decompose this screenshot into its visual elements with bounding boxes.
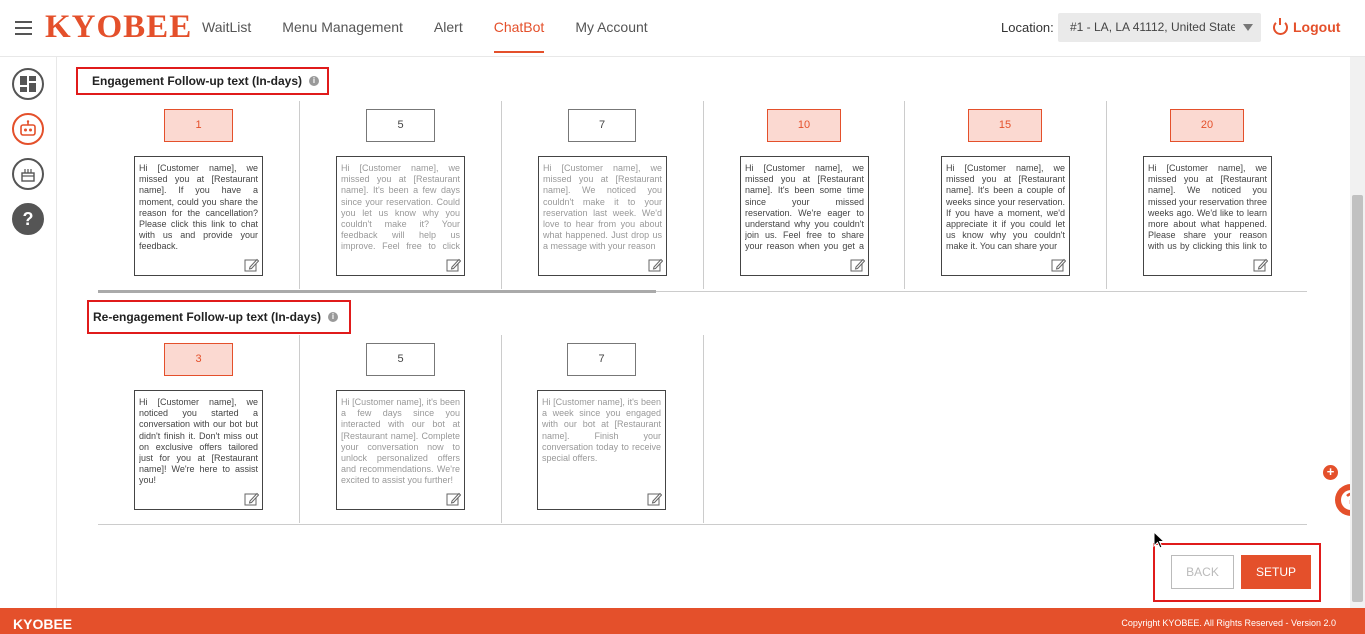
nav-chatbot[interactable]: ChatBot <box>493 19 544 53</box>
engagement-day-7[interactable]: 7 <box>568 109 636 142</box>
section-divider <box>656 291 1307 292</box>
logout-button[interactable]: Logout <box>1273 17 1341 35</box>
column-divider <box>501 335 502 523</box>
back-button[interactable]: BACK <box>1171 555 1234 589</box>
engagement-message-card[interactable]: Hi [Customer name], we missed you at [Re… <box>134 156 263 276</box>
footer: KYOBEE Copyright KYOBEE. All Rights Rese… <box>0 608 1365 634</box>
engagement-day-1[interactable]: 1 <box>164 109 233 142</box>
reengagement-section-label: Re-engagement Follow-up text (In-days) i <box>87 300 351 334</box>
plus-icon[interactable]: + <box>1323 465 1338 480</box>
cake-icon[interactable] <box>12 158 44 190</box>
engagement-day-15[interactable]: 15 <box>968 109 1042 142</box>
edit-icon[interactable] <box>1051 258 1066 272</box>
message-text: Hi [Customer name], we missed you at [Re… <box>946 163 1065 252</box>
engagement-day-10[interactable]: 10 <box>767 109 841 142</box>
edit-icon[interactable] <box>1253 258 1268 272</box>
footer-copyright: Copyright KYOBEE. All Rights Reserved - … <box>1121 618 1336 628</box>
main-nav: WaitList Menu Management Alert ChatBot M… <box>202 19 679 53</box>
logo[interactable]: KYOBEE <box>45 9 192 46</box>
edit-icon[interactable] <box>446 258 461 272</box>
engagement-message-card[interactable]: Hi [Customer name], we missed you at [Re… <box>538 156 667 276</box>
column-divider <box>904 101 905 289</box>
edit-icon[interactable] <box>244 492 259 506</box>
engagement-message-card[interactable]: Hi [Customer name], we missed you at [Re… <box>1143 156 1272 276</box>
message-text: Hi [Customer name], we missed you at [Re… <box>543 163 662 252</box>
reengagement-label-text: Re-engagement Follow-up text (In-days) <box>93 310 322 324</box>
engagement-label-text: Engagement Follow-up text (In-days) <box>92 74 303 88</box>
setup-button[interactable]: SETUP <box>1241 555 1311 589</box>
nav-my-account[interactable]: My Account <box>575 19 647 45</box>
engagement-message-card[interactable]: Hi [Customer name], we missed you at [Re… <box>941 156 1070 276</box>
message-text: Hi [Customer name], we missed you at [Re… <box>1148 163 1267 253</box>
vertical-scrollbar[interactable] <box>1350 57 1365 608</box>
menu-icon[interactable] <box>15 21 32 35</box>
engagement-day-20[interactable]: 20 <box>1170 109 1244 142</box>
engagement-day-5[interactable]: 5 <box>366 109 435 142</box>
reengagement-message-card[interactable]: Hi [Customer name], it's been a week sin… <box>537 390 666 510</box>
header: KYOBEE WaitList Menu Management Alert Ch… <box>0 0 1365 57</box>
power-icon <box>1273 17 1288 35</box>
chevron-down-icon <box>1243 24 1253 31</box>
column-divider <box>1106 101 1107 289</box>
reengagement-day-5[interactable]: 5 <box>366 343 435 376</box>
edit-icon[interactable] <box>648 258 663 272</box>
column-divider <box>299 101 300 289</box>
engagement-message-card[interactable]: Hi [Customer name], we missed you at [Re… <box>336 156 465 276</box>
location-select[interactable]: #1 - LA, LA 41112, United States <box>1058 13 1261 42</box>
info-icon[interactable]: i <box>309 76 320 86</box>
reengagement-message-card[interactable]: Hi [Customer name], it's been a few days… <box>336 390 465 510</box>
edit-icon[interactable] <box>647 492 662 506</box>
message-text: Hi [Customer name], it's been a few days… <box>341 397 460 486</box>
logout-label: Logout <box>1293 19 1341 35</box>
nav-waitlist[interactable]: WaitList <box>202 19 251 45</box>
sidebar: ? <box>0 57 57 608</box>
nav-menu-management[interactable]: Menu Management <box>282 19 403 45</box>
column-divider <box>703 101 704 289</box>
message-text: Hi [Customer name], we missed you at [Re… <box>139 163 258 252</box>
column-divider <box>299 335 300 523</box>
message-text: Hi [Customer name], we missed you at [Re… <box>341 163 460 253</box>
message-text: Hi [Customer name], we noticed you start… <box>139 397 258 486</box>
message-text: Hi [Customer name], we missed you at [Re… <box>745 163 864 253</box>
edit-icon[interactable] <box>446 492 461 506</box>
location-value: #1 - LA, LA 41112, United States <box>1070 20 1235 34</box>
edit-icon[interactable] <box>244 258 259 272</box>
column-divider <box>501 101 502 289</box>
nav-alert[interactable]: Alert <box>434 19 463 45</box>
column-divider <box>703 335 704 523</box>
cursor-icon <box>1153 531 1165 549</box>
info-icon[interactable]: i <box>328 312 339 322</box>
scrollbar-thumb[interactable] <box>1352 195 1363 602</box>
message-text: Hi [Customer name], it's been a week sin… <box>542 397 661 464</box>
chatbot-icon[interactable] <box>12 113 44 145</box>
reengagement-day-7[interactable]: 7 <box>567 343 636 376</box>
location-label: Location: <box>1001 20 1054 35</box>
footer-logo: KYOBEE <box>13 616 73 632</box>
reengagement-day-3[interactable]: 3 <box>164 343 233 376</box>
edit-icon[interactable] <box>850 258 865 272</box>
horizontal-scrollbar[interactable] <box>98 290 656 293</box>
help-icon[interactable]: ? <box>12 203 44 235</box>
engagement-message-card[interactable]: Hi [Customer name], we missed you at [Re… <box>740 156 869 276</box>
reengagement-message-card[interactable]: Hi [Customer name], we noticed you start… <box>134 390 263 510</box>
section-divider <box>98 524 1307 525</box>
engagement-section-label: Engagement Follow-up text (In-days) i <box>76 67 329 95</box>
dashboard-icon[interactable] <box>12 68 44 100</box>
